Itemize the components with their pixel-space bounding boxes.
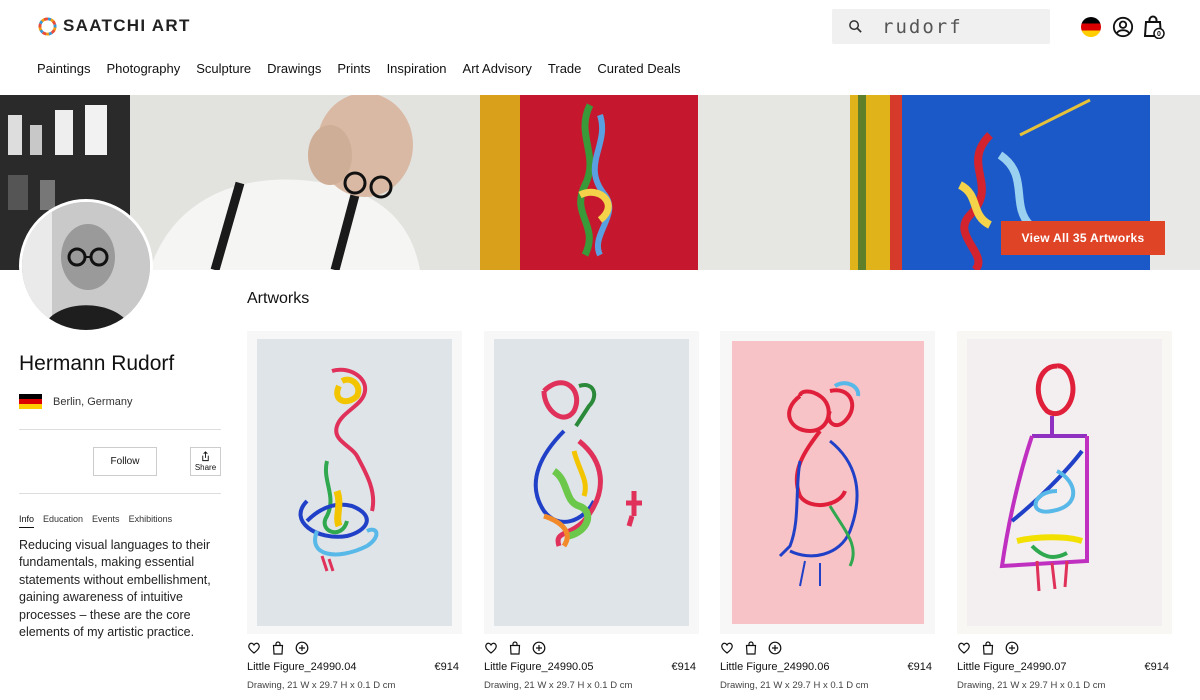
heart-icon[interactable] [247, 641, 261, 655]
artwork-image[interactable] [247, 331, 462, 634]
follow-button[interactable]: Follow [93, 447, 157, 476]
site-header: SAATCHI ART 0 Paintings Photography Scul… [0, 0, 1200, 95]
artwork-card: Little Figure_24990.06 €914 Drawing, 21 … [720, 331, 935, 700]
artwork-price: €914 [907, 661, 932, 673]
tab-education[interactable]: Education [43, 514, 83, 528]
nav-item-inspiration[interactable]: Inspiration [387, 61, 447, 76]
search-icon[interactable] [848, 19, 863, 34]
search-input[interactable] [882, 9, 1042, 44]
saatchi-logo[interactable]: SAATCHI ART [38, 16, 191, 36]
cart-icon[interactable] [981, 641, 995, 655]
heart-icon[interactable] [720, 641, 734, 655]
nav-item-curated-deals[interactable]: Curated Deals [597, 61, 680, 76]
cart-count: 0 [1157, 31, 1161, 38]
artwork-price: €914 [434, 661, 459, 673]
cart-icon[interactable] [744, 641, 758, 655]
user-account-icon[interactable] [1112, 16, 1134, 38]
artwork-meta: Drawing, 21 W x 29.7 H x 0.1 D cm [957, 680, 1106, 691]
add-collection-icon[interactable] [295, 641, 309, 655]
nav-item-paintings[interactable]: Paintings [37, 61, 90, 76]
artwork-price: €914 [671, 661, 696, 673]
divider [19, 429, 221, 430]
share-label: Share [194, 463, 217, 472]
nav-item-drawings[interactable]: Drawings [267, 61, 321, 76]
nav-item-art-advisory[interactable]: Art Advisory [463, 61, 532, 76]
shopping-bag-icon[interactable]: 0 [1143, 15, 1165, 39]
artist-tabs: Info Education Events Exhibitions [19, 514, 172, 528]
share-button[interactable]: Share [190, 447, 221, 476]
tab-info[interactable]: Info [19, 514, 35, 528]
artwork-card: Little Figure_24990.05 €914 Drawing, 21 … [484, 331, 699, 700]
logo-text: SAATCHI ART [63, 16, 191, 35]
artist-location: Berlin, Germany [19, 394, 132, 409]
artwork-meta: Drawing, 21 W x 29.7 H x 0.1 D cm [484, 680, 633, 691]
add-collection-icon[interactable] [532, 641, 546, 655]
artwork-actions [720, 641, 782, 655]
divider [19, 493, 221, 494]
nav-item-trade[interactable]: Trade [548, 61, 581, 76]
artwork-card: Little Figure_24990.07 €914 Drawing, 21 … [957, 331, 1172, 700]
artist-name: Hermann Rudorf [19, 352, 175, 375]
tab-events[interactable]: Events [92, 514, 120, 528]
flag-icon-germany [19, 394, 42, 409]
heart-icon[interactable] [957, 641, 971, 655]
cart-icon[interactable] [271, 641, 285, 655]
artist-avatar[interactable] [19, 199, 153, 333]
artwork-actions [957, 641, 1019, 655]
main-nav: Paintings Photography Sculpture Drawings… [37, 61, 681, 76]
artwork-actions [484, 641, 546, 655]
search-bar [832, 9, 1050, 44]
logo-mark-icon [38, 16, 57, 36]
artworks-heading: Artworks [247, 290, 310, 307]
artist-bio: Reducing visual languages to their funda… [19, 538, 211, 640]
add-collection-icon[interactable] [1005, 641, 1019, 655]
nav-item-sculpture[interactable]: Sculpture [196, 61, 251, 76]
add-collection-icon[interactable] [768, 641, 782, 655]
artwork-image[interactable] [957, 331, 1172, 634]
artwork-title[interactable]: Little Figure_24990.04 [247, 661, 356, 673]
artwork-meta: Drawing, 21 W x 29.7 H x 0.1 D cm [247, 680, 396, 691]
artwork-title[interactable]: Little Figure_24990.07 [957, 661, 1066, 673]
flag-icon-germany[interactable] [1081, 17, 1101, 37]
avatar-photo [22, 202, 150, 330]
nav-item-prints[interactable]: Prints [337, 61, 370, 76]
artwork-actions [247, 641, 309, 655]
artwork-card: Little Figure_24990.04 €914 Drawing, 21 … [247, 331, 462, 700]
cart-icon[interactable] [508, 641, 522, 655]
tab-exhibitions[interactable]: Exhibitions [129, 514, 173, 528]
share-icon [202, 451, 209, 462]
nav-item-photography[interactable]: Photography [106, 61, 180, 76]
artwork-meta: Drawing, 21 W x 29.7 H x 0.1 D cm [720, 680, 869, 691]
heart-icon[interactable] [484, 641, 498, 655]
artwork-image[interactable] [720, 331, 935, 634]
location-text: Berlin, Germany [53, 395, 133, 408]
artwork-title[interactable]: Little Figure_24990.06 [720, 661, 829, 673]
artwork-title[interactable]: Little Figure_24990.05 [484, 661, 593, 673]
view-all-artworks-button[interactable]: View All 35 Artworks [1001, 221, 1165, 255]
artwork-price: €914 [1144, 661, 1169, 673]
artwork-image[interactable] [484, 331, 699, 634]
